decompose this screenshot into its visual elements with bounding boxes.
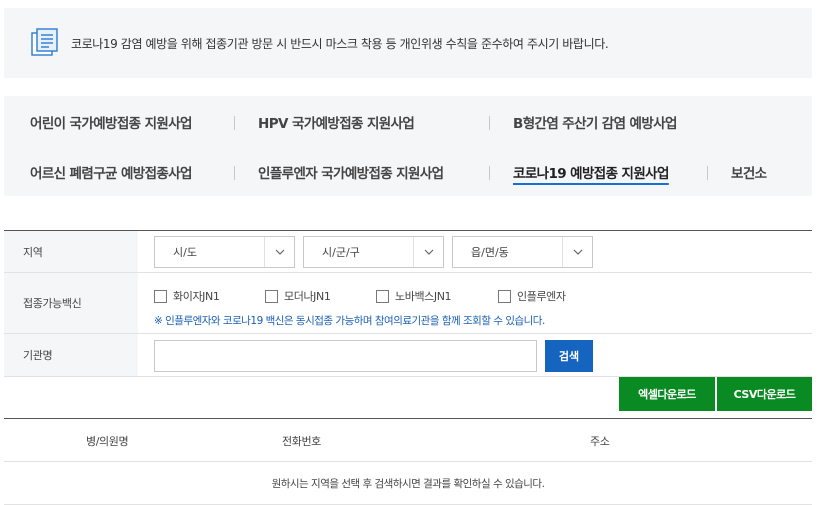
chevron-down-icon (562, 237, 592, 267)
vaccine-label: 접종가능백신 (4, 273, 138, 333)
vaccine-checkbox-label: 화이자JN1 (173, 290, 220, 303)
sigungu-select[interactable]: 시/군/구 (303, 236, 444, 268)
vaccine-row: 접종가능백신 화이자JN1 모더나JN1 노바백스JN1 인플루엔자 ※ 인플루… (4, 273, 812, 334)
vaccine-checkbox-moderna[interactable]: 모더나JN1 (265, 288, 331, 304)
tab-child-vaccination[interactable]: 어린이 국가예방접종 지원사업 (30, 112, 192, 132)
region-row: 지역 시/도 시/군/구 읍/면/동 (4, 231, 812, 273)
checkbox-icon[interactable] (498, 289, 511, 303)
vaccine-checkbox-label: 인플루엔자 (517, 290, 566, 303)
chevron-down-icon (264, 237, 294, 267)
search-button[interactable]: 검색 (545, 340, 593, 372)
tab-divider (234, 116, 235, 130)
checkbox-icon[interactable] (154, 289, 167, 303)
vaccine-checkbox-pfizer[interactable]: 화이자JN1 (154, 288, 220, 304)
org-name-input[interactable] (154, 340, 537, 372)
sigungu-select-value: 시/군/구 (322, 246, 360, 259)
tab-divider (234, 166, 235, 180)
org-name-row: 기관명 검색 (4, 334, 812, 377)
vaccine-checkbox-influenza[interactable]: 인플루엔자 (498, 288, 566, 304)
csv-download-button[interactable]: CSV다운로드 (717, 377, 812, 411)
results-table: 병/의원명 전화번호 주소 원하시는 지역을 선택 후 검색하시면 결과를 확인… (4, 418, 812, 505)
column-header-phone: 전화번호 (282, 435, 321, 448)
checkbox-icon[interactable] (265, 289, 278, 303)
tab-divider (489, 166, 490, 180)
notice-text: 코로나19 감염 예방을 위해 접종기관 방문 시 반드시 마스크 착용 등 개… (71, 36, 609, 51)
column-header-clinic: 병/의원명 (86, 435, 129, 448)
tab-divider (489, 116, 490, 130)
program-tabs: 어린이 국가예방접종 지원사업 HPV 국가예방접종 지원사업 B형간염 주산기… (4, 96, 812, 196)
empty-message: 원하시는 지역을 선택 후 검색하시면 결과를 확인하실 수 있습니다. (271, 477, 545, 490)
document-list-icon (29, 27, 61, 59)
tab-hepatitis-b[interactable]: B형간염 주산기 감염 예방사업 (513, 112, 677, 132)
search-form: 지역 시/도 시/군/구 읍/면/동 접종가능백신 화이자JN1 모더나JN1 … (4, 230, 812, 377)
sido-select[interactable]: 시/도 (154, 236, 295, 268)
tab-health-center[interactable]: 보건소 (731, 162, 767, 182)
eupmyeondong-select-value: 읍/면/동 (471, 246, 509, 259)
chevron-down-icon (413, 237, 443, 267)
tab-hpv-vaccination[interactable]: HPV 국가예방접종 지원사업 (258, 112, 415, 132)
tab-elderly-pneumococcal[interactable]: 어르신 폐렴구균 예방접종사업 (30, 162, 192, 182)
excel-download-button[interactable]: 엑셀다운로드 (619, 377, 715, 411)
vaccine-note: ※ 인플루엔자와 코로나19 백신은 동시접종 가능하며 참여의료기관을 함께 … (154, 315, 545, 327)
tab-divider (707, 166, 708, 180)
vaccine-checkbox-label: 모더나JN1 (284, 290, 331, 303)
eupmyeondong-select[interactable]: 읍/면/동 (452, 236, 593, 268)
results-header: 병/의원명 전화번호 주소 (4, 419, 812, 462)
column-header-address: 주소 (590, 435, 610, 448)
notice-banner: 코로나19 감염 예방을 위해 접종기관 방문 시 반드시 마스크 착용 등 개… (4, 8, 812, 78)
results-empty-row: 원하시는 지역을 선택 후 검색하시면 결과를 확인하실 수 있습니다. (4, 462, 812, 505)
sido-select-value: 시/도 (173, 246, 197, 259)
checkbox-icon[interactable] (376, 289, 389, 303)
tab-covid19-vaccination[interactable]: 코로나19 예방접종 지원사업 (513, 162, 669, 182)
region-label: 지역 (4, 231, 138, 272)
vaccine-checkbox-novavax[interactable]: 노바백스JN1 (376, 288, 452, 304)
vaccine-checkbox-label: 노바백스JN1 (395, 290, 452, 303)
tab-influenza-vaccination[interactable]: 인플루엔자 국가예방접종 지원사업 (258, 162, 444, 182)
org-name-label: 기관명 (4, 334, 138, 376)
